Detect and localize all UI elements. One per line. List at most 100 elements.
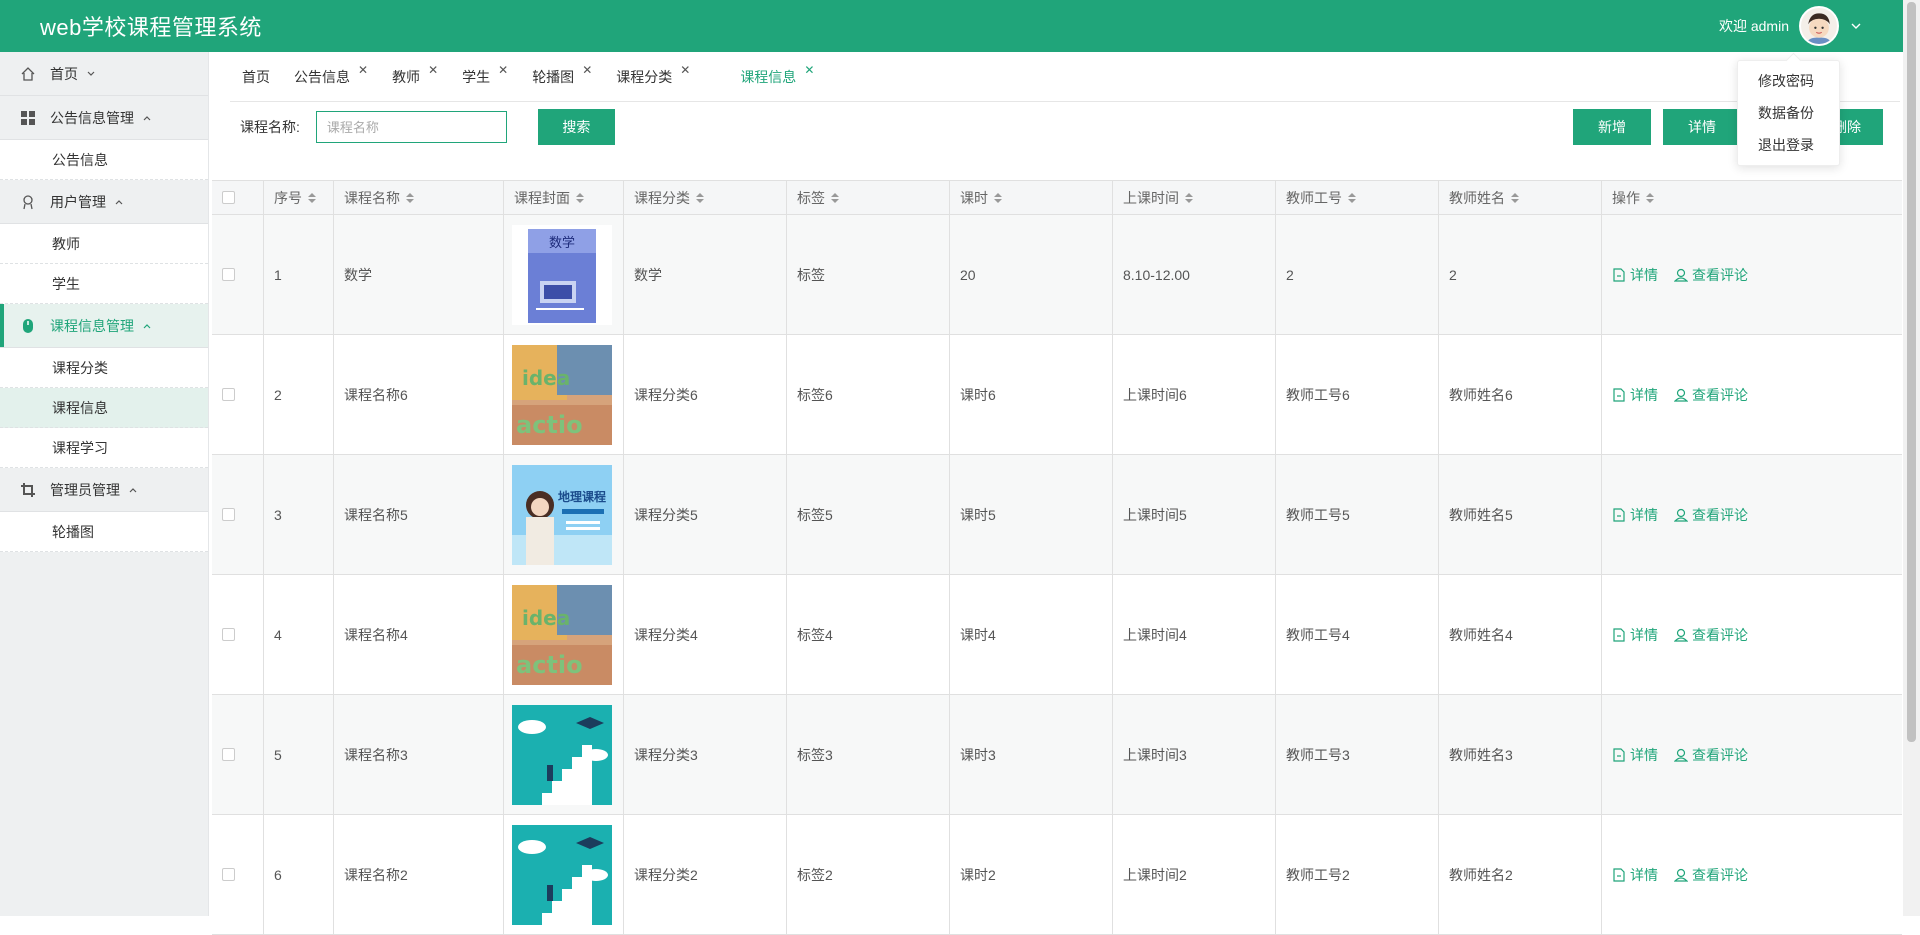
user-area[interactable]: 欢迎 admin <box>1719 0 1863 52</box>
sort-icon[interactable] <box>696 192 704 203</box>
sidebar-item-course-category[interactable]: 课程分类 <box>0 348 208 388</box>
table-row[interactable]: 2 课程名称6 idea actio 课程分类6 标签6 课时6 上课时间6 教师工号6 教师姓名… <box>212 335 1902 455</box>
column-header-time[interactable]: 上课时间 <box>1113 181 1276 214</box>
column-header-no[interactable]: 序号 <box>264 181 334 214</box>
close-icon[interactable]: ✕ <box>358 63 368 77</box>
select-all-checkbox[interactable] <box>222 191 235 204</box>
tab-announcement[interactable]: 公告信息 ✕ <box>282 63 380 87</box>
sidebar-group-users[interactable]: 用户管理 <box>0 180 208 224</box>
table-row[interactable]: 6 课程名称2 课程分类2 标签2 课时2 上课时间2 教师工号2 教师姓名2 详情 查看评论 <box>212 815 1902 935</box>
column-header-category[interactable]: 课程分类 <box>624 181 787 214</box>
add-button[interactable]: 新增 <box>1573 109 1651 145</box>
column-header-actions[interactable]: 操作 <box>1602 181 1892 214</box>
row-checkbox[interactable] <box>222 628 235 641</box>
column-header-cover[interactable]: 课程封面 <box>504 181 624 214</box>
row-detail-button[interactable]: 详情 <box>1612 385 1658 405</box>
row-comments-button[interactable]: 查看评论 <box>1674 265 1748 285</box>
sort-icon[interactable] <box>308 192 316 203</box>
sidebar-item-teacher[interactable]: 教师 <box>0 224 208 264</box>
tab-carousel[interactable]: 轮播图 ✕ <box>520 63 604 87</box>
cell-name: 课程名称4 <box>334 575 504 694</box>
tab-teacher[interactable]: 教师 ✕ <box>380 63 450 87</box>
tab-home[interactable]: 首页 <box>230 67 282 87</box>
course-table: 序号 课程名称 课程封面 课程分类 标签 课时 上课时间 教师工号 教师姓名 操… <box>212 180 1902 935</box>
close-icon[interactable]: ✕ <box>582 63 592 77</box>
cell-category: 课程分类5 <box>624 455 787 574</box>
tab-student[interactable]: 学生 ✕ <box>450 63 520 87</box>
sidebar-group-admin[interactable]: 管理员管理 <box>0 468 208 512</box>
table-body: 1 数学 数学 数学 标签 20 8.10-12.00 2 2 详情 查看评论 2 课程名称6 id… <box>212 215 1902 935</box>
search-button[interactable]: 搜索 <box>537 109 615 145</box>
column-header-hours[interactable]: 课时 <box>950 181 1113 214</box>
close-icon[interactable]: ✕ <box>428 63 438 77</box>
chevron-down-icon[interactable] <box>1849 19 1863 33</box>
row-comments-button[interactable]: 查看评论 <box>1674 505 1748 525</box>
row-checkbox[interactable] <box>222 508 235 521</box>
scrollbar-thumb[interactable] <box>1907 2 1916 742</box>
user-icon <box>23 194 33 209</box>
cell-actions: 详情 查看评论 <box>1602 575 1892 694</box>
document-edit-icon <box>1613 387 1625 402</box>
row-detail-button[interactable]: 详情 <box>1612 505 1658 525</box>
sort-icon[interactable] <box>1646 192 1654 203</box>
sort-icon[interactable] <box>831 192 839 203</box>
row-detail-button[interactable]: 详情 <box>1612 745 1658 765</box>
cell-category: 课程分类2 <box>624 815 787 934</box>
row-comments-button[interactable]: 查看评论 <box>1674 745 1748 765</box>
row-detail-button[interactable]: 详情 <box>1612 865 1658 885</box>
row-comments-button[interactable]: 查看评论 <box>1674 385 1748 405</box>
table-row[interactable]: 5 课程名称3 课程分类3 标签3 课时3 上课时间3 教师工号3 教师姓名3 详情 查看评论 <box>212 695 1902 815</box>
cell-time: 8.10-12.00 <box>1113 215 1276 334</box>
row-detail-button[interactable]: 详情 <box>1612 265 1658 285</box>
sidebar-item-course-info[interactable]: 课程信息 <box>0 388 208 428</box>
menu-item-backup[interactable]: 数据备份 <box>1738 101 1839 133</box>
menu-item-change-password[interactable]: 修改密码 <box>1738 69 1839 101</box>
sort-icon[interactable] <box>1511 192 1519 203</box>
cell-cover <box>504 815 624 934</box>
table-row[interactable]: 4 课程名称4 idea actio 课程分类4 标签4 课时4 上课时间4 教师工号4 教师姓名… <box>212 575 1902 695</box>
menu-item-logout[interactable]: 退出登录 <box>1738 133 1839 165</box>
app-title: web学校课程管理系统 <box>40 15 262 40</box>
sidebar-item-student[interactable]: 学生 <box>0 264 208 304</box>
svg-text:actio: actio <box>516 651 583 679</box>
action-label: 详情 <box>1630 626 1658 643</box>
row-checkbox[interactable] <box>222 268 235 281</box>
row-checkbox[interactable] <box>222 748 235 761</box>
row-comments-button[interactable]: 查看评论 <box>1674 625 1748 645</box>
table-row[interactable]: 1 数学 数学 数学 标签 20 8.10-12.00 2 2 详情 查看评论 <box>212 215 1902 335</box>
sort-icon[interactable] <box>406 192 414 203</box>
sidebar-item-home[interactable]: 首页 <box>0 52 208 96</box>
tab-course-category[interactable]: 课程分类 ✕ <box>604 63 702 87</box>
cell-time: 上课时间3 <box>1113 695 1276 814</box>
row-select-cell <box>212 575 264 694</box>
sidebar-group-course[interactable]: 课程信息管理 <box>0 304 208 348</box>
row-comments-button[interactable]: 查看评论 <box>1674 865 1748 885</box>
column-header-label: 上课时间 <box>1123 189 1179 206</box>
column-header-tag[interactable]: 标签 <box>787 181 950 214</box>
sidebar-item-course-study[interactable]: 课程学习 <box>0 428 208 468</box>
row-checkbox[interactable] <box>222 868 235 881</box>
sidebar-group-announcement[interactable]: 公告信息管理 <box>0 96 208 140</box>
sidebar-item-announcement[interactable]: 公告信息 <box>0 140 208 180</box>
close-icon[interactable]: ✕ <box>804 63 814 77</box>
close-icon[interactable]: ✕ <box>498 63 508 77</box>
row-checkbox[interactable] <box>222 388 235 401</box>
table-row[interactable]: 3 课程名称5 地理课程 课程分类5 标签5 课时5 上课时间5 教师工号5 教师姓名5 详情 … <box>212 455 1902 575</box>
sidebar-item-carousel[interactable]: 轮播图 <box>0 512 208 552</box>
sort-icon[interactable] <box>1348 192 1356 203</box>
row-detail-button[interactable]: 详情 <box>1612 625 1658 645</box>
avatar[interactable] <box>1799 6 1839 46</box>
page-scrollbar[interactable] <box>1903 0 1920 916</box>
sort-icon[interactable] <box>1185 192 1193 203</box>
sort-icon[interactable] <box>576 192 584 203</box>
column-header-name[interactable]: 课程名称 <box>334 181 504 214</box>
tab-course-info[interactable]: 课程信息 ✕ <box>702 63 826 87</box>
sort-icon[interactable] <box>994 192 1002 203</box>
close-icon[interactable]: ✕ <box>680 63 690 77</box>
cell-teacher-name: 教师姓名4 <box>1439 575 1602 694</box>
search-input[interactable] <box>315 111 507 143</box>
column-header-teacher-id[interactable]: 教师工号 <box>1276 181 1439 214</box>
detail-button[interactable]: 详情 <box>1663 109 1741 145</box>
column-header-teacher-name[interactable]: 教师姓名 <box>1439 181 1602 214</box>
cell-hours: 课时2 <box>950 815 1113 934</box>
